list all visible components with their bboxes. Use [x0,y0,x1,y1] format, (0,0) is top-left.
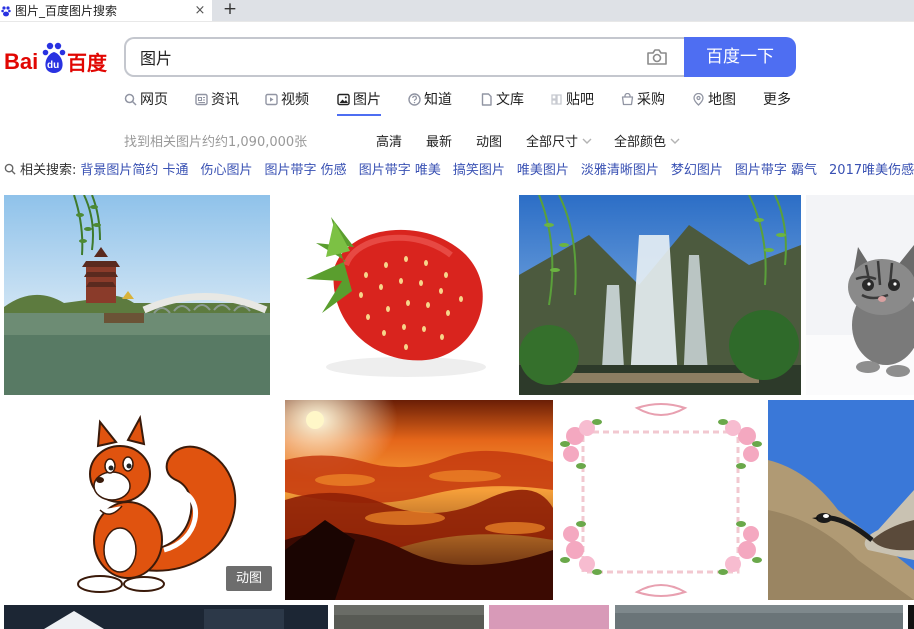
tab-label: 网页 [140,92,168,108]
question-icon [408,92,421,106]
related-label: 相关搜索: [20,163,77,178]
tab-purchase[interactable]: 采购 [621,90,665,108]
related-link[interactable]: 唯美图片 [517,159,569,178]
image-icon [337,93,350,105]
search-icon [4,163,16,175]
tab-tieba[interactable]: 贴吧 [550,90,594,108]
tab-more[interactable]: 更多 [763,90,791,108]
video-icon [265,93,278,105]
related-link[interactable]: 梦幻图片 [671,159,723,178]
tab-label: 采购 [637,92,665,108]
related-link[interactable]: 背景图片简约 卡通 [80,159,188,178]
filter-color-dropdown[interactable]: 全部颜色 [614,131,680,150]
result-image-rose-frame[interactable] [557,400,764,600]
tab-zhidao[interactable]: 知道 [408,90,452,108]
result-image-row3-4[interactable] [615,605,903,629]
active-tab-indicator [337,114,381,116]
result-count: 找到相关图片约约1,090,000张 [124,135,308,150]
tab-video[interactable]: 视频 [265,90,309,108]
related-link[interactable]: 淡雅清晰图片 [581,159,659,178]
news-icon [195,93,208,105]
tab-label: 知道 [424,92,452,108]
result-image-strawberry[interactable] [276,195,514,395]
result-image-waterfall[interactable] [519,195,801,395]
search-box [124,37,686,77]
result-image-goose[interactable] [768,400,914,600]
baidu-logo[interactable]: Bai du 百度 [4,40,108,76]
tab-map[interactable]: 地图 [692,90,736,108]
cart-icon [621,92,634,105]
new-tab-button[interactable]: + [219,0,241,21]
svg-text:Bai: Bai [4,49,38,74]
filter-hd[interactable]: 高清 [376,131,402,150]
chevron-down-icon [582,138,592,144]
tab-label: 文库 [496,92,524,108]
search-input[interactable] [140,47,620,67]
filter-size-label: 全部尺寸 [526,135,579,150]
tab-label: 更多 [763,92,791,108]
related-link[interactable]: 图片带字 霸气 [735,159,817,178]
filter-size-dropdown[interactable]: 全部尺寸 [526,131,592,150]
search-button[interactable]: 百度一下 [684,37,796,77]
result-image-row3-2[interactable] [334,605,484,629]
tab-images[interactable]: 图片 [337,90,381,108]
tieba-icon [551,93,562,105]
tab-label: 地图 [708,92,736,108]
document-icon [481,92,492,106]
baidu-paw-icon [1,5,11,16]
related-link[interactable]: 2017唯美伤感 [829,159,914,178]
tab-label: 图片 [353,92,381,108]
chrome-divider [0,21,914,22]
svg-text:du: du [47,60,59,71]
tab-label: 贴吧 [566,92,594,108]
close-tab-icon[interactable]: × [192,3,208,18]
result-image-pagoda-bridge[interactable] [4,195,270,395]
search-icon [124,93,137,106]
tab-label: 资讯 [211,92,239,108]
result-image-row3-3[interactable] [489,605,609,629]
result-image-row3-5[interactable] [908,605,914,629]
related-searches: 相关搜索: 背景图片简约 卡通 伤心图片 图片带字 伤感 图片带字 唯美 搞笑图… [4,159,914,178]
filter-color-label: 全部颜色 [614,135,667,150]
gif-badge: 动图 [226,566,272,591]
related-link[interactable]: 图片带字 唯美 [359,159,441,178]
browser-tabbar: 图片_百度图片搜索 × + [0,0,914,21]
svg-text:百度: 百度 [67,51,108,75]
tab-web[interactable]: 网页 [124,90,168,108]
result-image-kitten[interactable] [806,195,914,395]
tab-news[interactable]: 资讯 [195,90,239,108]
related-link[interactable]: 伤心图片 [201,159,253,178]
map-pin-icon [693,92,704,106]
related-link[interactable]: 搞笑图片 [453,159,505,178]
result-image-row3-1[interactable] [4,605,328,629]
chevron-down-icon [670,138,680,144]
filter-latest[interactable]: 最新 [426,131,452,150]
camera-icon[interactable] [646,48,668,66]
result-image-sunset-clouds[interactable] [285,400,553,600]
tab-label: 视频 [281,92,309,108]
tab-title: 图片_百度图片搜索 [15,4,118,18]
browser-tab[interactable]: 图片_百度图片搜索 × [0,0,212,21]
tab-wenku[interactable]: 文库 [480,90,524,108]
filter-animated[interactable]: 动图 [476,131,502,150]
related-link[interactable]: 图片带字 伤感 [265,159,347,178]
